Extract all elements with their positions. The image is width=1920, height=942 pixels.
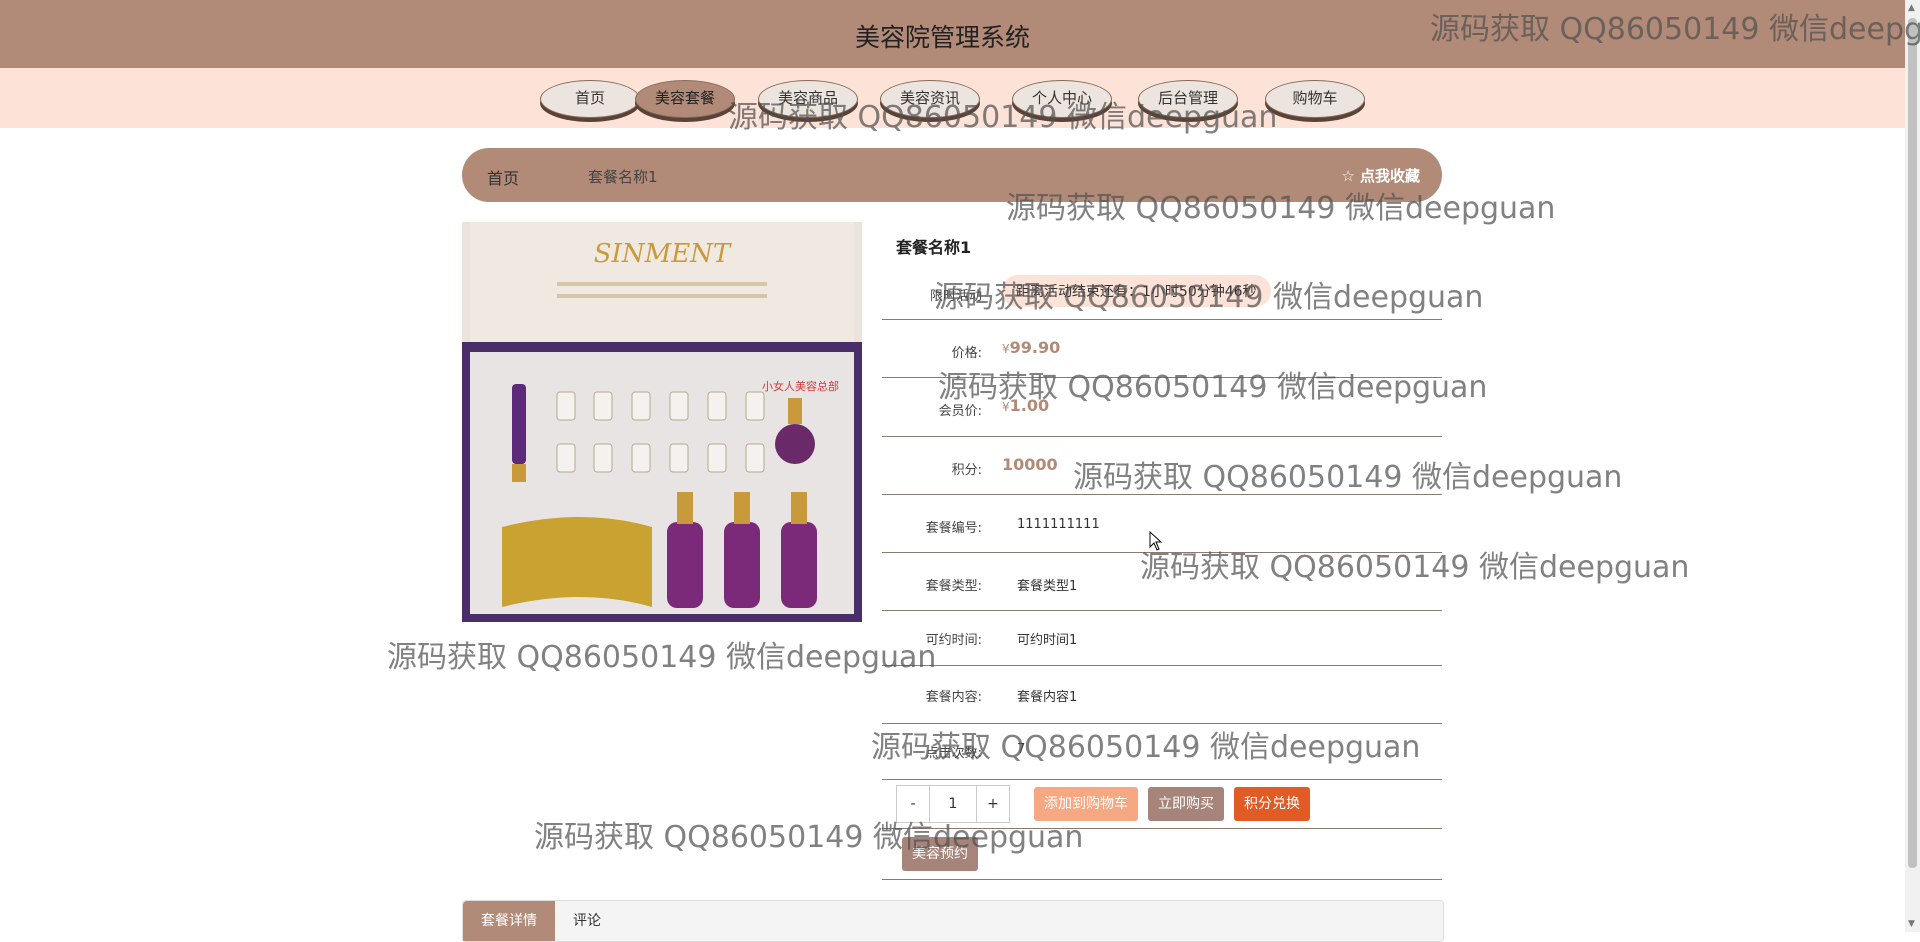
product-box-illustration: SINMENT 小女人美容总部 [462, 222, 862, 622]
points-value: 10000 [1002, 455, 1058, 474]
brand-text: SINMENT [594, 239, 732, 269]
top-header: 美容院管理系统 [0, 0, 1920, 68]
row-flash-sale: 限时活动 距离活动结束还有：1小时50分钟46秒 [882, 267, 1442, 320]
tab-comments[interactable]: 评论 [555, 901, 619, 941]
row-member-price: 会员价: ¥1.00 [882, 378, 1442, 437]
click-count-value: 7 [1017, 742, 1026, 757]
available-time-value: 可约时间1 [1017, 633, 1078, 648]
nav-item-home[interactable]: 首页 [540, 80, 640, 118]
favorite-button[interactable]: ☆ 点我收藏 [1341, 165, 1420, 186]
nav-item-products[interactable]: 美容商品 [758, 80, 858, 118]
breadcrumb: 首页 套餐名称1 ☆ 点我收藏 [462, 148, 1442, 202]
product-image: SINMENT 小女人美容总部 [462, 222, 862, 622]
page-scrollbar[interactable]: ▲ ▼ [1905, 0, 1920, 932]
row-package-type: 套餐类型: 套餐类型1 [882, 553, 1442, 611]
breadcrumb-current: 套餐名称1 [588, 168, 658, 186]
currency-symbol: ¥ [1002, 342, 1010, 356]
add-to-cart-button[interactable]: 添加到购物车 [1034, 787, 1138, 821]
click-count-label: 点击次数: [925, 746, 982, 761]
quantity-stepper[interactable]: - 1 + [896, 785, 1010, 823]
flash-sale-label: 限时活动 [929, 289, 982, 304]
member-price-label: 会员价: [938, 404, 982, 419]
mouse-cursor-icon [1149, 531, 1163, 551]
detail-tabs: 套餐详情 评论 [462, 900, 1444, 942]
member-price-amount: 1.00 [1009, 396, 1050, 415]
reserve-button[interactable]: 美容预约 [902, 837, 978, 871]
scrollbar-thumb[interactable] [1908, 18, 1917, 868]
package-content-label: 套餐内容: [925, 690, 982, 705]
package-content-value: 套餐内容1 [1017, 690, 1078, 705]
scroll-up-icon[interactable]: ▲ [1908, 3, 1915, 13]
package-id-value: 1111111111 [1017, 517, 1100, 532]
quantity-increase-button[interactable]: + [976, 786, 1009, 822]
row-available-time: 可约时间: 可约时间1 [882, 611, 1442, 666]
app-title: 美容院管理系统 [854, 23, 1030, 52]
package-type-label: 套餐类型: [925, 579, 982, 594]
price-amount: 99.90 [1009, 338, 1061, 357]
tab-package-details[interactable]: 套餐详情 [463, 901, 555, 941]
nav-item-news[interactable]: 美容资讯 [880, 80, 980, 118]
watermark-stamp: 小女人美容总部 [762, 379, 839, 393]
product-name: 套餐名称1 [896, 238, 972, 257]
countdown-timer: 距离活动结束还有：1小时50分钟46秒 [1002, 275, 1271, 307]
available-time-label: 可约时间: [925, 633, 982, 648]
package-type-value: 套餐类型1 [1017, 579, 1078, 594]
buy-now-button[interactable]: 立即购买 [1148, 787, 1224, 821]
row-price: 价格: ¥99.90 [882, 320, 1442, 378]
currency-symbol: ¥ [1002, 400, 1010, 414]
nav-item-profile[interactable]: 个人中心 [1012, 80, 1112, 118]
package-id-label: 套餐编号: [925, 521, 982, 536]
nav-item-packages[interactable]: 美容套餐 [635, 80, 735, 118]
row-click-count: 点击次数: 7 [882, 724, 1442, 780]
nav-item-cart[interactable]: 购物车 [1265, 80, 1365, 118]
row-points: 积分: 10000 [882, 437, 1442, 495]
breadcrumb-home[interactable]: 首页 [487, 165, 519, 189]
price-label: 价格: [951, 346, 982, 361]
main-nav: 首页 美容套餐 美容商品 美容资讯 个人中心 后台管理 购物车 [0, 68, 1905, 128]
scroll-down-icon[interactable]: ▼ [1908, 919, 1915, 929]
watermark-text: 源码获取 QQ86050149 微信deepguan [387, 640, 937, 675]
quantity-value[interactable]: 1 [930, 786, 976, 822]
quantity-decrease-button[interactable]: - [897, 786, 930, 822]
points-label: 积分: [951, 463, 982, 478]
price-value: ¥99.90 [1002, 338, 1060, 357]
row-package-content: 套餐内容: 套餐内容1 [882, 666, 1442, 724]
member-price-value: ¥1.00 [1002, 396, 1049, 415]
nav-item-admin[interactable]: 后台管理 [1138, 80, 1238, 118]
points-redeem-button[interactable]: 积分兑换 [1234, 787, 1310, 821]
